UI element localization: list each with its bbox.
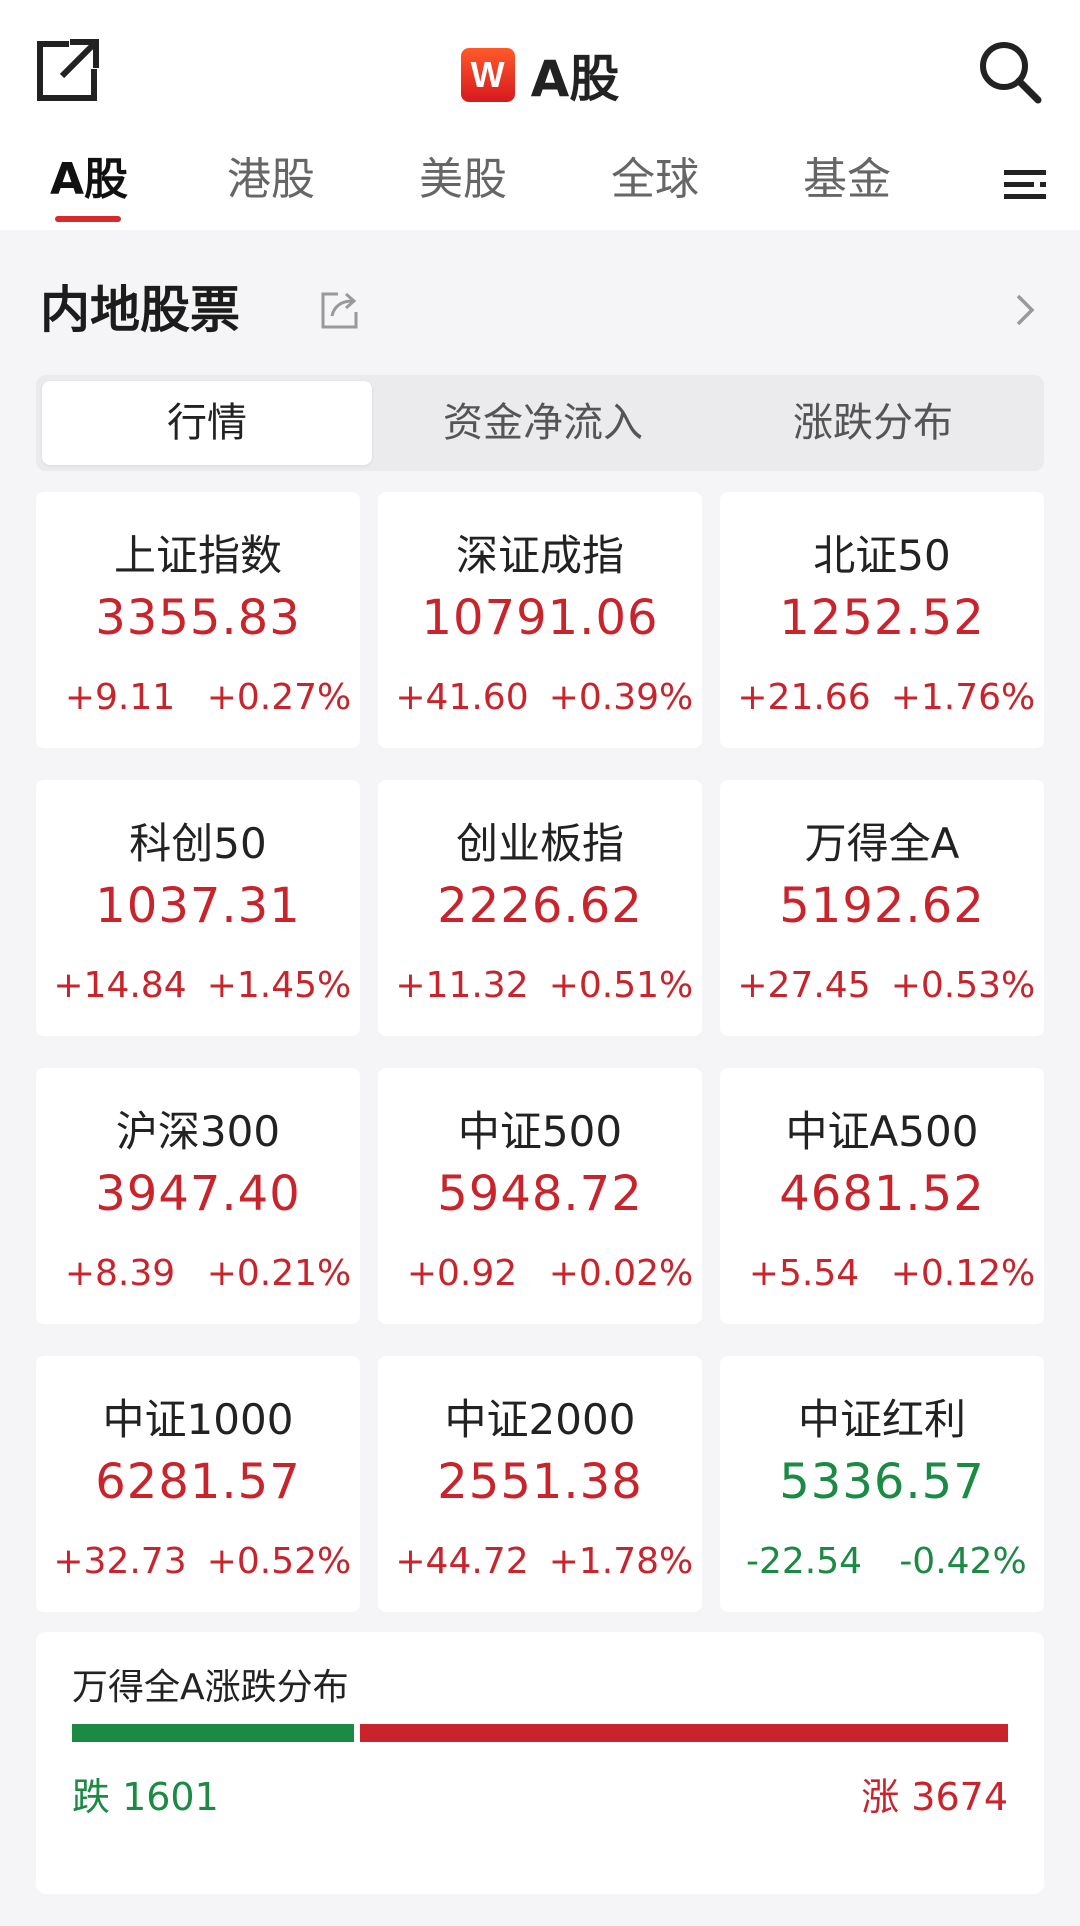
index-change: +0.92 bbox=[406, 1253, 518, 1294]
header-title-group: W A股 bbox=[0, 40, 1080, 110]
index-change: +41.60 bbox=[395, 677, 529, 718]
index-change: +8.39 bbox=[64, 1253, 176, 1294]
index-change-pct: +0.02% bbox=[548, 1253, 694, 1294]
index-price: 6281.57 bbox=[95, 1454, 301, 1510]
index-change-pct: +0.52% bbox=[206, 1541, 352, 1582]
index-card[interactable]: 沪深300 3947.40 +8.39 +0.21% bbox=[36, 1068, 360, 1324]
segmented-control: 行情 资金净流入 涨跌分布 bbox=[36, 375, 1044, 471]
index-card[interactable]: 中证2000 2551.38 +44.72 +1.78% bbox=[378, 1356, 702, 1612]
index-name: 中证A500 bbox=[785, 1107, 979, 1156]
index-name: 中证红利 bbox=[797, 1395, 966, 1444]
index-name: 中证500 bbox=[457, 1107, 623, 1156]
app-header: W A股 bbox=[0, 0, 1080, 140]
page-title: A股 bbox=[530, 50, 620, 108]
index-name: 沪深300 bbox=[115, 1107, 281, 1156]
index-name: 中证1000 bbox=[102, 1395, 294, 1444]
index-change: +27.45 bbox=[737, 965, 871, 1006]
index-change-pct: +0.53% bbox=[890, 965, 1036, 1006]
index-price: 4681.52 bbox=[779, 1166, 985, 1222]
index-card[interactable]: 创业板指 2226.62 +11.32 +0.51% bbox=[378, 780, 702, 1036]
index-change: +5.54 bbox=[748, 1253, 860, 1294]
index-card[interactable]: 中证500 5948.72 +0.92 +0.02% bbox=[378, 1068, 702, 1324]
index-card[interactable]: 中证A500 4681.52 +5.54 +0.12% bbox=[720, 1068, 1044, 1324]
index-price: 3355.83 bbox=[95, 590, 301, 646]
index-change-pct: +0.12% bbox=[890, 1253, 1036, 1294]
index-change: +11.32 bbox=[395, 965, 529, 1006]
index-name: 深证成指 bbox=[455, 531, 624, 580]
index-change-pct: +1.76% bbox=[890, 677, 1036, 718]
chevron-right-icon[interactable] bbox=[1010, 290, 1040, 330]
index-change: +32.73 bbox=[53, 1541, 187, 1582]
index-name: 创业板指 bbox=[455, 819, 624, 868]
search-icon[interactable] bbox=[976, 38, 1044, 106]
index-change: +21.66 bbox=[737, 677, 871, 718]
segment-rise-fall[interactable]: 涨跌分布 bbox=[708, 381, 1038, 465]
market-tabs: A股 港股 美股 全球 基金 bbox=[0, 140, 1080, 230]
tab-a-share[interactable]: A股 bbox=[24, 150, 154, 210]
breadth-bar bbox=[72, 1724, 1008, 1742]
section-title: 内地股票 bbox=[40, 281, 240, 339]
tab-us[interactable]: 美股 bbox=[398, 150, 528, 210]
breadth-panel[interactable]: 万得全A涨跌分布 跌 1601 涨 3674 bbox=[36, 1632, 1044, 1894]
index-price: 2226.62 bbox=[437, 878, 643, 934]
breadth-bar-rise bbox=[360, 1724, 1008, 1742]
breadth-fall-label: 跌 1601 bbox=[72, 1775, 219, 1819]
index-price: 5336.57 bbox=[779, 1454, 985, 1510]
index-card[interactable]: 万得全A 5192.62 +27.45 +0.53% bbox=[720, 780, 1044, 1036]
index-price: 1252.52 bbox=[779, 590, 985, 646]
index-change: +9.11 bbox=[64, 677, 176, 718]
share-icon[interactable] bbox=[318, 288, 362, 332]
breadth-rise-label: 涨 3674 bbox=[861, 1775, 1008, 1819]
segment-net-inflow[interactable]: 资金净流入 bbox=[378, 381, 708, 465]
index-name: 上证指数 bbox=[113, 531, 282, 580]
index-card[interactable]: 北证50 1252.52 +21.66 +1.76% bbox=[720, 492, 1044, 748]
tab-fund[interactable]: 基金 bbox=[782, 150, 912, 210]
brand-logo: W bbox=[460, 48, 515, 102]
index-price: 2551.38 bbox=[437, 1454, 643, 1510]
index-change-pct: +0.27% bbox=[206, 677, 352, 718]
index-change-pct: +0.39% bbox=[548, 677, 694, 718]
index-price: 5948.72 bbox=[437, 1166, 643, 1222]
index-change-pct: +0.51% bbox=[548, 965, 694, 1006]
menu-icon[interactable] bbox=[1000, 160, 1050, 210]
breadth-title: 万得全A涨跌分布 bbox=[72, 1667, 349, 1708]
index-card[interactable]: 科创50 1037.31 +14.84 +1.45% bbox=[36, 780, 360, 1036]
index-change-pct: +1.45% bbox=[206, 965, 352, 1006]
index-change: +14.84 bbox=[53, 965, 187, 1006]
index-name: 科创50 bbox=[129, 819, 267, 868]
index-change-pct: -0.42% bbox=[899, 1541, 1027, 1582]
section-header: 内地股票 bbox=[0, 230, 1080, 370]
index-card[interactable]: 中证1000 6281.57 +32.73 +0.52% bbox=[36, 1356, 360, 1612]
index-name: 万得全A bbox=[804, 819, 960, 868]
index-price: 5192.62 bbox=[779, 878, 985, 934]
index-price: 3947.40 bbox=[95, 1166, 301, 1222]
tab-hk[interactable]: 港股 bbox=[206, 150, 336, 210]
segment-quotes[interactable]: 行情 bbox=[42, 381, 372, 465]
active-tab-underline bbox=[55, 216, 121, 222]
index-card[interactable]: 深证成指 10791.06 +41.60 +0.39% bbox=[378, 492, 702, 748]
breadth-bar-fall bbox=[72, 1724, 354, 1742]
index-card[interactable]: 中证红利 5336.57 -22.54 -0.42% bbox=[720, 1356, 1044, 1612]
index-price: 1037.31 bbox=[95, 878, 301, 934]
index-change-pct: +0.21% bbox=[206, 1253, 352, 1294]
index-price: 10791.06 bbox=[421, 590, 659, 646]
index-change: -22.54 bbox=[745, 1541, 863, 1582]
index-card[interactable]: 上证指数 3355.83 +9.11 +0.27% bbox=[36, 492, 360, 748]
index-change: +44.72 bbox=[395, 1541, 529, 1582]
index-name: 中证2000 bbox=[444, 1395, 636, 1444]
tab-global[interactable]: 全球 bbox=[590, 150, 720, 210]
index-change-pct: +1.78% bbox=[548, 1541, 694, 1582]
index-name: 北证50 bbox=[813, 531, 951, 580]
